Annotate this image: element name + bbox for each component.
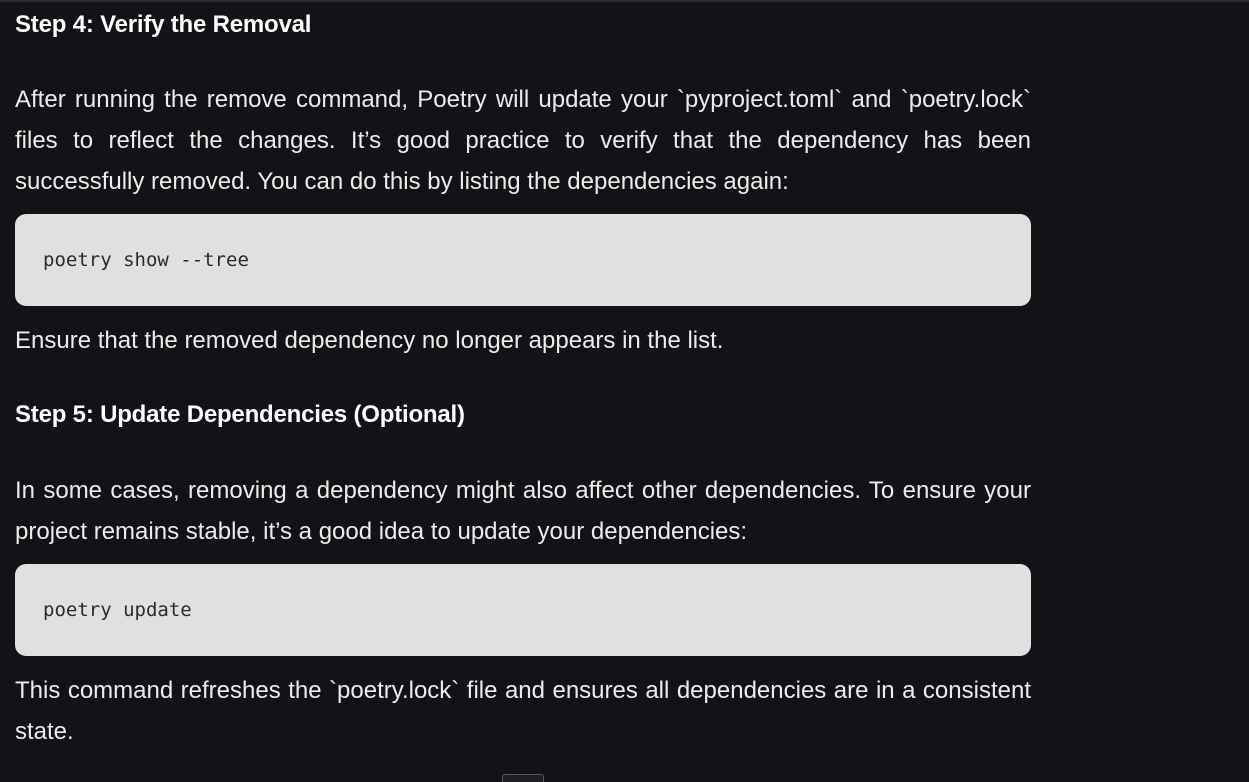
top-edge-divider bbox=[0, 0, 1249, 2]
step5-code-block[interactable]: poetry update bbox=[15, 564, 1031, 656]
step4-heading: Step 4: Verify the Removal bbox=[15, 11, 312, 38]
step4-outro-paragraph: Ensure that the removed dependency no lo… bbox=[15, 327, 724, 354]
step5-intro-paragraph: In some cases, removing a dependency mig… bbox=[15, 477, 1031, 545]
scroll-to-top-button[interactable] bbox=[502, 774, 544, 782]
step4-code-text[interactable]: poetry show --tree bbox=[43, 249, 249, 271]
step5-outro-paragraph: This command refreshes the `poetry.lock`… bbox=[15, 677, 1031, 745]
step5-code-text[interactable]: poetry update bbox=[43, 599, 192, 621]
step4-code-block[interactable]: poetry show --tree bbox=[15, 214, 1031, 306]
step4-intro-paragraph: After running the remove command, Poetry… bbox=[15, 86, 1031, 195]
step5-heading: Step 5: Update Dependencies (Optional) bbox=[15, 401, 465, 428]
